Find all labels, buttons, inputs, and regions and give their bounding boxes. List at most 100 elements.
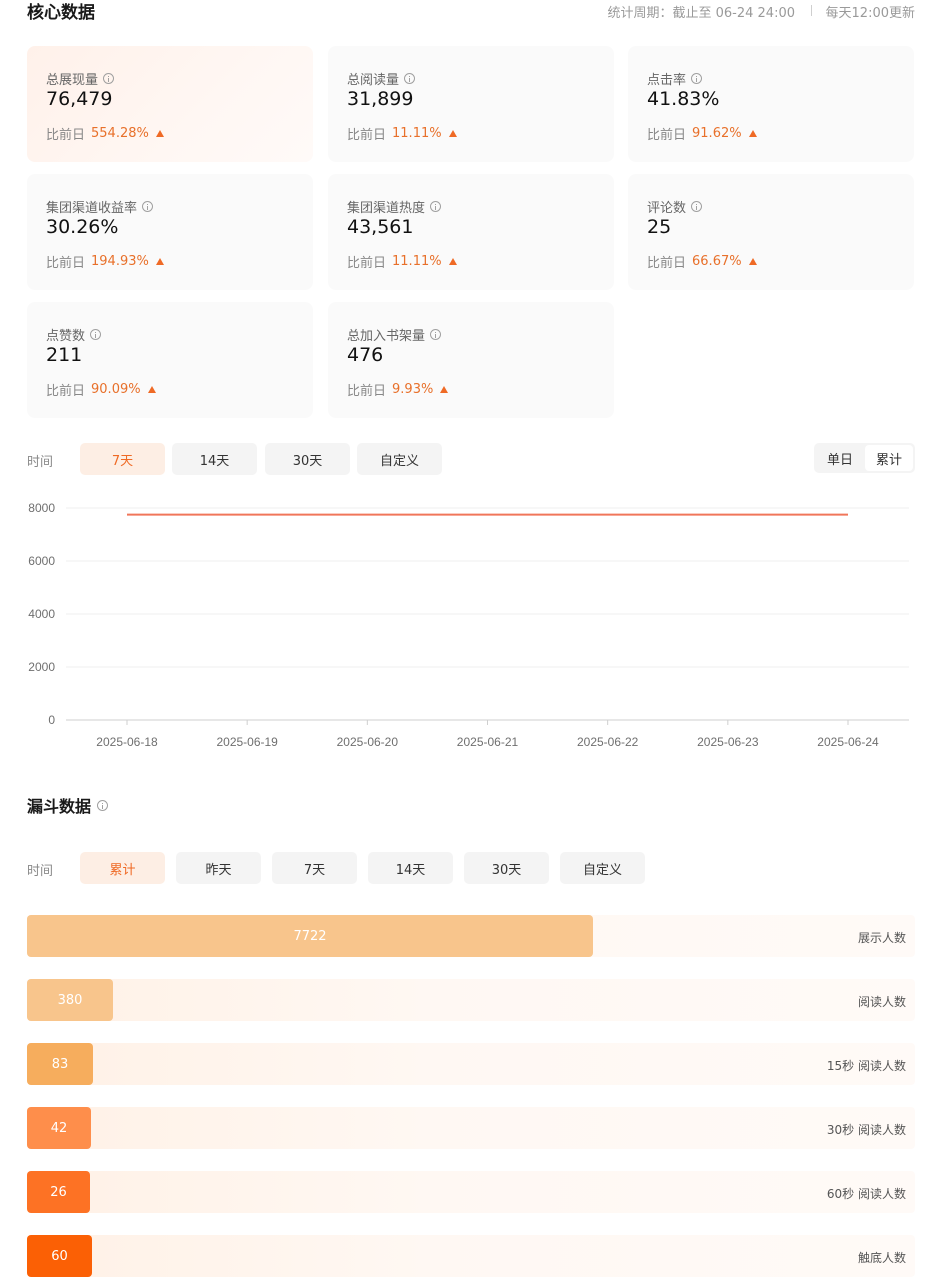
chip-7-days[interactable]: 7天 xyxy=(80,443,165,475)
funnel-row: 26 60秒 阅读人数 xyxy=(27,1171,915,1213)
funnel-row: 83 15秒 阅读人数 xyxy=(27,1043,915,1085)
info-icon[interactable] xyxy=(103,73,115,84)
compare-label: 比前日 xyxy=(347,256,387,271)
funnel-row: 60 触底人数 xyxy=(27,1235,915,1277)
funnel-bar[interactable]: 60 xyxy=(27,1235,92,1277)
metric-card-bookshelf-adds[interactable]: 总加入书架量 476 比前日 9.93% xyxy=(328,302,614,418)
arrow-up-icon xyxy=(748,130,757,137)
compare-label: 比前日 xyxy=(347,128,387,143)
change-value: 554.28% xyxy=(91,126,149,141)
chip-custom[interactable]: 自定义 xyxy=(560,852,645,884)
metric-compare: 比前日 66.67% xyxy=(647,252,757,271)
x-tick-label: 2025-06-20 xyxy=(337,735,399,749)
compare-label: 比前日 xyxy=(46,256,86,271)
info-icon[interactable] xyxy=(430,201,442,212)
y-tick-label: 0 xyxy=(48,713,55,727)
chip-30-days[interactable]: 30天 xyxy=(464,852,549,884)
info-icon[interactable] xyxy=(142,201,154,212)
x-tick-label: 2025-06-21 xyxy=(457,735,519,749)
trend-time-filter: 时间 7天 14天 30天 自定义 单日 累计 xyxy=(27,443,915,475)
funnel-title: 漏斗数据 xyxy=(27,793,109,817)
funnel-bar[interactable]: 7722 xyxy=(27,915,593,957)
metric-value: 476 xyxy=(347,344,384,366)
toggle-cumulative[interactable]: 累计 xyxy=(865,445,913,471)
info-icon[interactable] xyxy=(90,329,102,340)
funnel-bar[interactable]: 83 xyxy=(27,1043,93,1085)
arrow-up-icon xyxy=(155,130,164,137)
chip-custom[interactable]: 自定义 xyxy=(357,443,442,475)
metric-label-text: 总加入书架量 xyxy=(347,329,426,344)
chip-14-days[interactable]: 14天 xyxy=(368,852,453,884)
x-tick-label: 2025-06-19 xyxy=(216,735,278,749)
compare-label: 比前日 xyxy=(647,128,687,143)
metric-card-comments[interactable]: 评论数 25 比前日 66.67% xyxy=(628,174,914,290)
page-title: 核心数据 xyxy=(27,3,95,23)
compare-label: 比前日 xyxy=(347,384,387,399)
chip-yesterday[interactable]: 昨天 xyxy=(176,852,261,884)
chip-14-days[interactable]: 14天 xyxy=(172,443,257,475)
arrow-up-icon xyxy=(440,386,449,393)
metric-label: 点击率 xyxy=(647,69,703,88)
toggle-daily[interactable]: 单日 xyxy=(816,445,864,471)
metric-value: 30.26% xyxy=(46,216,119,238)
compare-label: 比前日 xyxy=(647,256,687,271)
metric-card-ctr[interactable]: 点击率 41.83% 比前日 91.62% xyxy=(628,46,914,162)
chip-7-days[interactable]: 7天 xyxy=(272,852,357,884)
funnel-bar[interactable]: 380 xyxy=(27,979,113,1021)
funnel-bar[interactable]: 26 xyxy=(27,1171,90,1213)
funnel-time-filter: 时间 累计 昨天 7天 14天 30天 自定义 xyxy=(27,852,915,884)
info-icon[interactable] xyxy=(691,201,703,212)
change-value: 90.09% xyxy=(91,382,141,397)
metric-label: 集团渠道收益率 xyxy=(46,197,154,216)
metric-value: 41.83% xyxy=(647,88,720,110)
funnel-row: 7722 展示人数 xyxy=(27,915,915,957)
metric-label-text: 总阅读量 xyxy=(347,73,400,88)
metric-compare: 比前日 554.28% xyxy=(46,124,164,143)
metric-card-group-revenue-rate[interactable]: 集团渠道收益率 30.26% 比前日 194.93% xyxy=(27,174,313,290)
metric-label: 总阅读量 xyxy=(347,69,416,88)
metric-value: 211 xyxy=(46,344,83,366)
metric-label-text: 点击率 xyxy=(647,73,687,88)
y-tick-label: 2000 xyxy=(28,660,55,674)
header-divider xyxy=(811,5,812,16)
metric-card-reads[interactable]: 总阅读量 31,899 比前日 11.11% xyxy=(328,46,614,162)
metric-compare: 比前日 90.09% xyxy=(46,380,156,399)
metric-label-text: 集团渠道热度 xyxy=(347,201,426,216)
metric-compare: 比前日 9.93% xyxy=(347,380,449,399)
metric-compare: 比前日 11.11% xyxy=(347,124,457,143)
compare-label: 比前日 xyxy=(46,384,86,399)
metric-label: 集团渠道热度 xyxy=(347,197,442,216)
arrow-up-icon xyxy=(155,258,164,265)
metric-label: 总加入书架量 xyxy=(347,325,442,344)
funnel-label: 展示人数 xyxy=(857,931,906,945)
change-value: 9.93% xyxy=(392,382,434,397)
metric-value: 76,479 xyxy=(46,88,113,110)
chip-cumulative[interactable]: 累计 xyxy=(80,852,165,884)
metric-card-impressions[interactable]: 总展现量 76,479 比前日 554.28% xyxy=(27,46,313,162)
metric-card-likes[interactable]: 点赞数 211 比前日 90.09% xyxy=(27,302,313,418)
info-icon[interactable] xyxy=(691,73,703,84)
change-value: 194.93% xyxy=(91,254,149,269)
x-tick-label: 2025-06-18 xyxy=(96,735,158,749)
metric-label: 评论数 xyxy=(647,197,703,216)
metric-value: 31,899 xyxy=(347,88,414,110)
metric-value: 43,561 xyxy=(347,216,414,238)
change-value: 11.11% xyxy=(392,254,442,269)
metric-card-group-heat[interactable]: 集团渠道热度 43,561 比前日 11.11% xyxy=(328,174,614,290)
time-label: 时间 xyxy=(27,455,54,470)
funnel-bar[interactable]: 42 xyxy=(27,1107,91,1149)
metric-value: 25 xyxy=(647,216,672,238)
stats-period: 统计周期：截止至 06-24 24:00 xyxy=(607,6,795,21)
info-icon[interactable] xyxy=(430,329,442,340)
info-icon[interactable] xyxy=(404,73,416,84)
metric-compare: 比前日 11.11% xyxy=(347,252,457,271)
info-icon[interactable] xyxy=(97,799,109,811)
y-tick-label: 6000 xyxy=(28,554,55,568)
change-value: 91.62% xyxy=(692,126,742,141)
metric-label: 点赞数 xyxy=(46,325,102,344)
chip-30-days[interactable]: 30天 xyxy=(265,443,350,475)
funnel-label: 60秒 阅读人数 xyxy=(826,1187,906,1201)
change-value: 11.11% xyxy=(392,126,442,141)
funnel-row: 380 阅读人数 xyxy=(27,979,915,1021)
x-tick-label: 2025-06-23 xyxy=(697,735,759,749)
